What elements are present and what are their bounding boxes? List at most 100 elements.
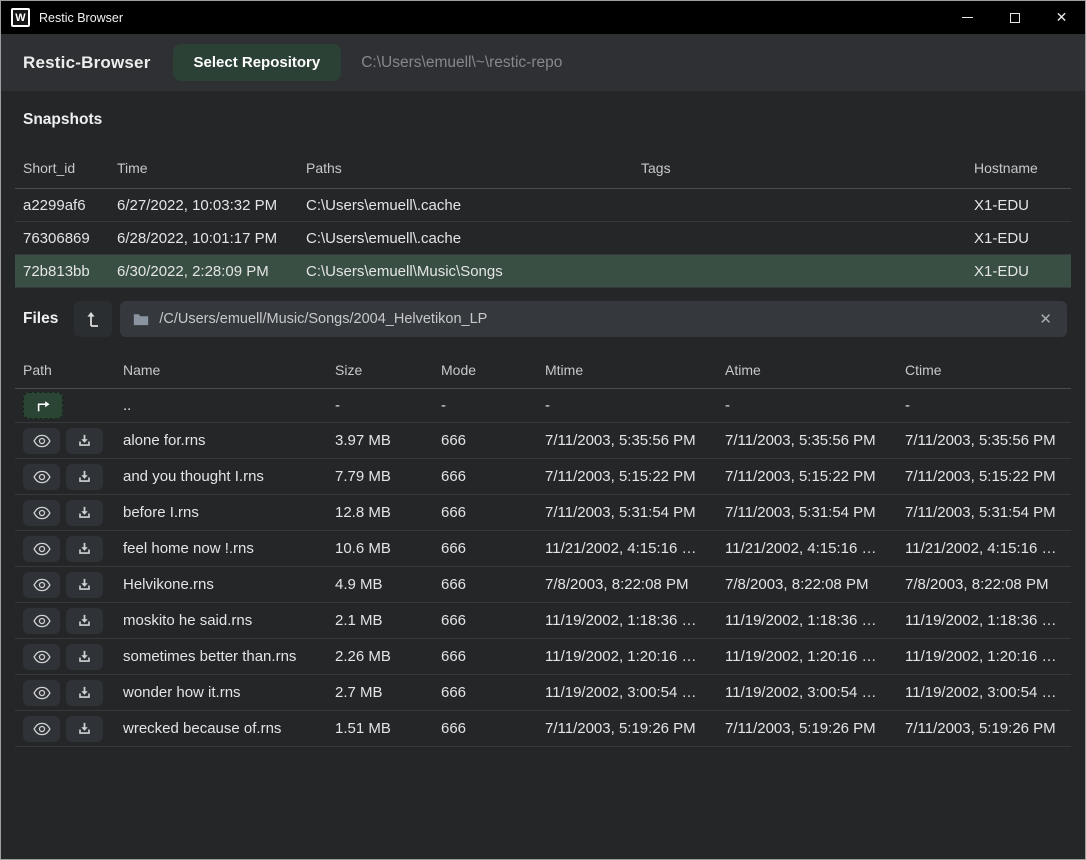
- file-row[interactable]: Helvikone.rns 4.9 MB 666 7/8/2003, 8:22:…: [15, 567, 1071, 603]
- file-mode: 666: [433, 468, 537, 485]
- preview-file-button[interactable]: [23, 428, 60, 454]
- file-mode: 666: [433, 684, 537, 701]
- preview-file-button[interactable]: [23, 716, 60, 742]
- file-mode: -: [433, 397, 537, 414]
- file-atime: -: [717, 397, 897, 414]
- current-path-field[interactable]: /C/Users/emuell/Music/Songs/2004_Helveti…: [120, 301, 1067, 337]
- column-short-id: Short_id: [15, 160, 109, 176]
- download-file-button[interactable]: [66, 608, 103, 634]
- snapshot-row-selected[interactable]: 72b813bb 6/30/2022, 2:28:09 PM C:\Users\…: [15, 255, 1071, 288]
- snapshot-paths: C:\Users\emuell\.cache: [298, 197, 633, 214]
- preview-file-button[interactable]: [23, 680, 60, 706]
- file-name: wrecked because of.rns: [115, 720, 327, 737]
- preview-file-button[interactable]: [23, 500, 60, 526]
- parent-dir-row[interactable]: .. - - - - -: [15, 389, 1071, 423]
- download-file-button[interactable]: [66, 536, 103, 562]
- file-ctime: -: [897, 397, 1071, 414]
- minimize-button[interactable]: [944, 1, 991, 34]
- file-mtime: 11/19/2002, 1:20:16 …: [537, 648, 717, 665]
- download-icon: [77, 613, 92, 628]
- column-paths: Paths: [298, 160, 633, 176]
- download-file-button[interactable]: [66, 428, 103, 454]
- snapshot-hostname: X1-EDU: [966, 230, 1071, 247]
- eye-icon: [33, 578, 51, 592]
- file-row[interactable]: feel home now !.rns 10.6 MB 666 11/21/20…: [15, 531, 1071, 567]
- file-size: 7.79 MB: [327, 468, 433, 485]
- snapshot-time: 6/28/2022, 10:01:17 PM: [109, 230, 298, 247]
- file-atime: 11/19/2002, 1:20:16 …: [717, 648, 897, 665]
- snapshot-time: 6/27/2022, 10:03:32 PM: [109, 197, 298, 214]
- files-heading: Files: [23, 310, 58, 328]
- app-window: W Restic Browser ✕ Restic-Browser Select…: [0, 0, 1086, 860]
- eye-icon: [33, 686, 51, 700]
- file-size: 10.6 MB: [327, 540, 433, 557]
- maximize-icon: [1010, 13, 1020, 23]
- files-bar: Files /C/Users/emuell/Music/Songs/2004_H…: [1, 301, 1085, 337]
- download-icon: [77, 685, 92, 700]
- file-ctime: 11/19/2002, 3:00:54 …: [897, 684, 1071, 701]
- file-mtime: 7/11/2003, 5:31:54 PM: [537, 504, 717, 521]
- file-row[interactable]: alone for.rns 3.97 MB 666 7/11/2003, 5:3…: [15, 423, 1071, 459]
- go-parent-dir-button[interactable]: [23, 392, 63, 419]
- file-atime: 7/8/2003, 8:22:08 PM: [717, 576, 897, 593]
- download-file-button[interactable]: [66, 716, 103, 742]
- close-button[interactable]: ✕: [1038, 1, 1085, 34]
- file-size: 3.97 MB: [327, 432, 433, 449]
- snapshots-heading: Snapshots: [1, 91, 1085, 148]
- preview-file-button[interactable]: [23, 536, 60, 562]
- column-atime: Atime: [717, 362, 897, 378]
- column-tags: Tags: [633, 160, 966, 176]
- snapshot-row[interactable]: 76306869 6/28/2022, 10:01:17 PM C:\Users…: [15, 222, 1071, 255]
- snapshot-short-id: 72b813bb: [15, 263, 109, 280]
- close-icon: ✕: [1056, 9, 1068, 26]
- file-row[interactable]: wrecked because of.rns 1.51 MB 666 7/11/…: [15, 711, 1071, 747]
- file-atime: 7/11/2003, 5:35:56 PM: [717, 432, 897, 449]
- file-ctime: 7/11/2003, 5:31:54 PM: [897, 504, 1071, 521]
- file-size: 2.26 MB: [327, 648, 433, 665]
- file-mode: 666: [433, 576, 537, 593]
- snapshot-short-id: a2299af6: [15, 197, 109, 214]
- file-name: ..: [115, 397, 327, 414]
- preview-file-button[interactable]: [23, 608, 60, 634]
- download-icon: [77, 469, 92, 484]
- file-name: alone for.rns: [115, 432, 327, 449]
- file-row[interactable]: before I.rns 12.8 MB 666 7/11/2003, 5:31…: [15, 495, 1071, 531]
- download-icon: [77, 577, 92, 592]
- select-repository-button[interactable]: Select Repository: [173, 44, 342, 81]
- column-size: Size: [327, 362, 433, 378]
- file-name: and you thought I.rns: [115, 468, 327, 485]
- preview-file-button[interactable]: [23, 644, 60, 670]
- file-mode: 666: [433, 720, 537, 737]
- window-controls: ✕: [944, 1, 1085, 34]
- file-row[interactable]: sometimes better than.rns 2.26 MB 666 11…: [15, 639, 1071, 675]
- snapshot-paths: C:\Users\emuell\Music\Songs: [298, 263, 633, 280]
- eye-icon: [33, 506, 51, 520]
- snapshot-hostname: X1-EDU: [966, 197, 1071, 214]
- download-icon: [77, 541, 92, 556]
- column-mode: Mode: [433, 362, 537, 378]
- file-size: 2.1 MB: [327, 612, 433, 629]
- file-name: sometimes better than.rns: [115, 648, 327, 665]
- download-file-button[interactable]: [66, 572, 103, 598]
- file-row[interactable]: and you thought I.rns 7.79 MB 666 7/11/2…: [15, 459, 1071, 495]
- file-row[interactable]: moskito he said.rns 2.1 MB 666 11/19/200…: [15, 603, 1071, 639]
- up-then-right-arrow-icon: [34, 399, 52, 413]
- download-file-button[interactable]: [66, 464, 103, 490]
- download-file-button[interactable]: [66, 644, 103, 670]
- file-atime: 11/19/2002, 3:00:54 …: [717, 684, 897, 701]
- folder-icon: [133, 313, 149, 326]
- file-mtime: 7/11/2003, 5:35:56 PM: [537, 432, 717, 449]
- file-mode: 666: [433, 648, 537, 665]
- download-file-button[interactable]: [66, 680, 103, 706]
- clear-path-icon[interactable]: ✕: [1037, 310, 1054, 328]
- snapshot-row[interactable]: a2299af6 6/27/2022, 10:03:32 PM C:\Users…: [15, 189, 1071, 222]
- maximize-button[interactable]: [991, 1, 1038, 34]
- level-up-button[interactable]: [74, 301, 112, 337]
- download-icon: [77, 433, 92, 448]
- eye-icon: [33, 542, 51, 556]
- file-row[interactable]: wonder how it.rns 2.7 MB 666 11/19/2002,…: [15, 675, 1071, 711]
- download-file-button[interactable]: [66, 500, 103, 526]
- preview-file-button[interactable]: [23, 572, 60, 598]
- file-mtime: 11/19/2002, 1:18:36 …: [537, 612, 717, 629]
- preview-file-button[interactable]: [23, 464, 60, 490]
